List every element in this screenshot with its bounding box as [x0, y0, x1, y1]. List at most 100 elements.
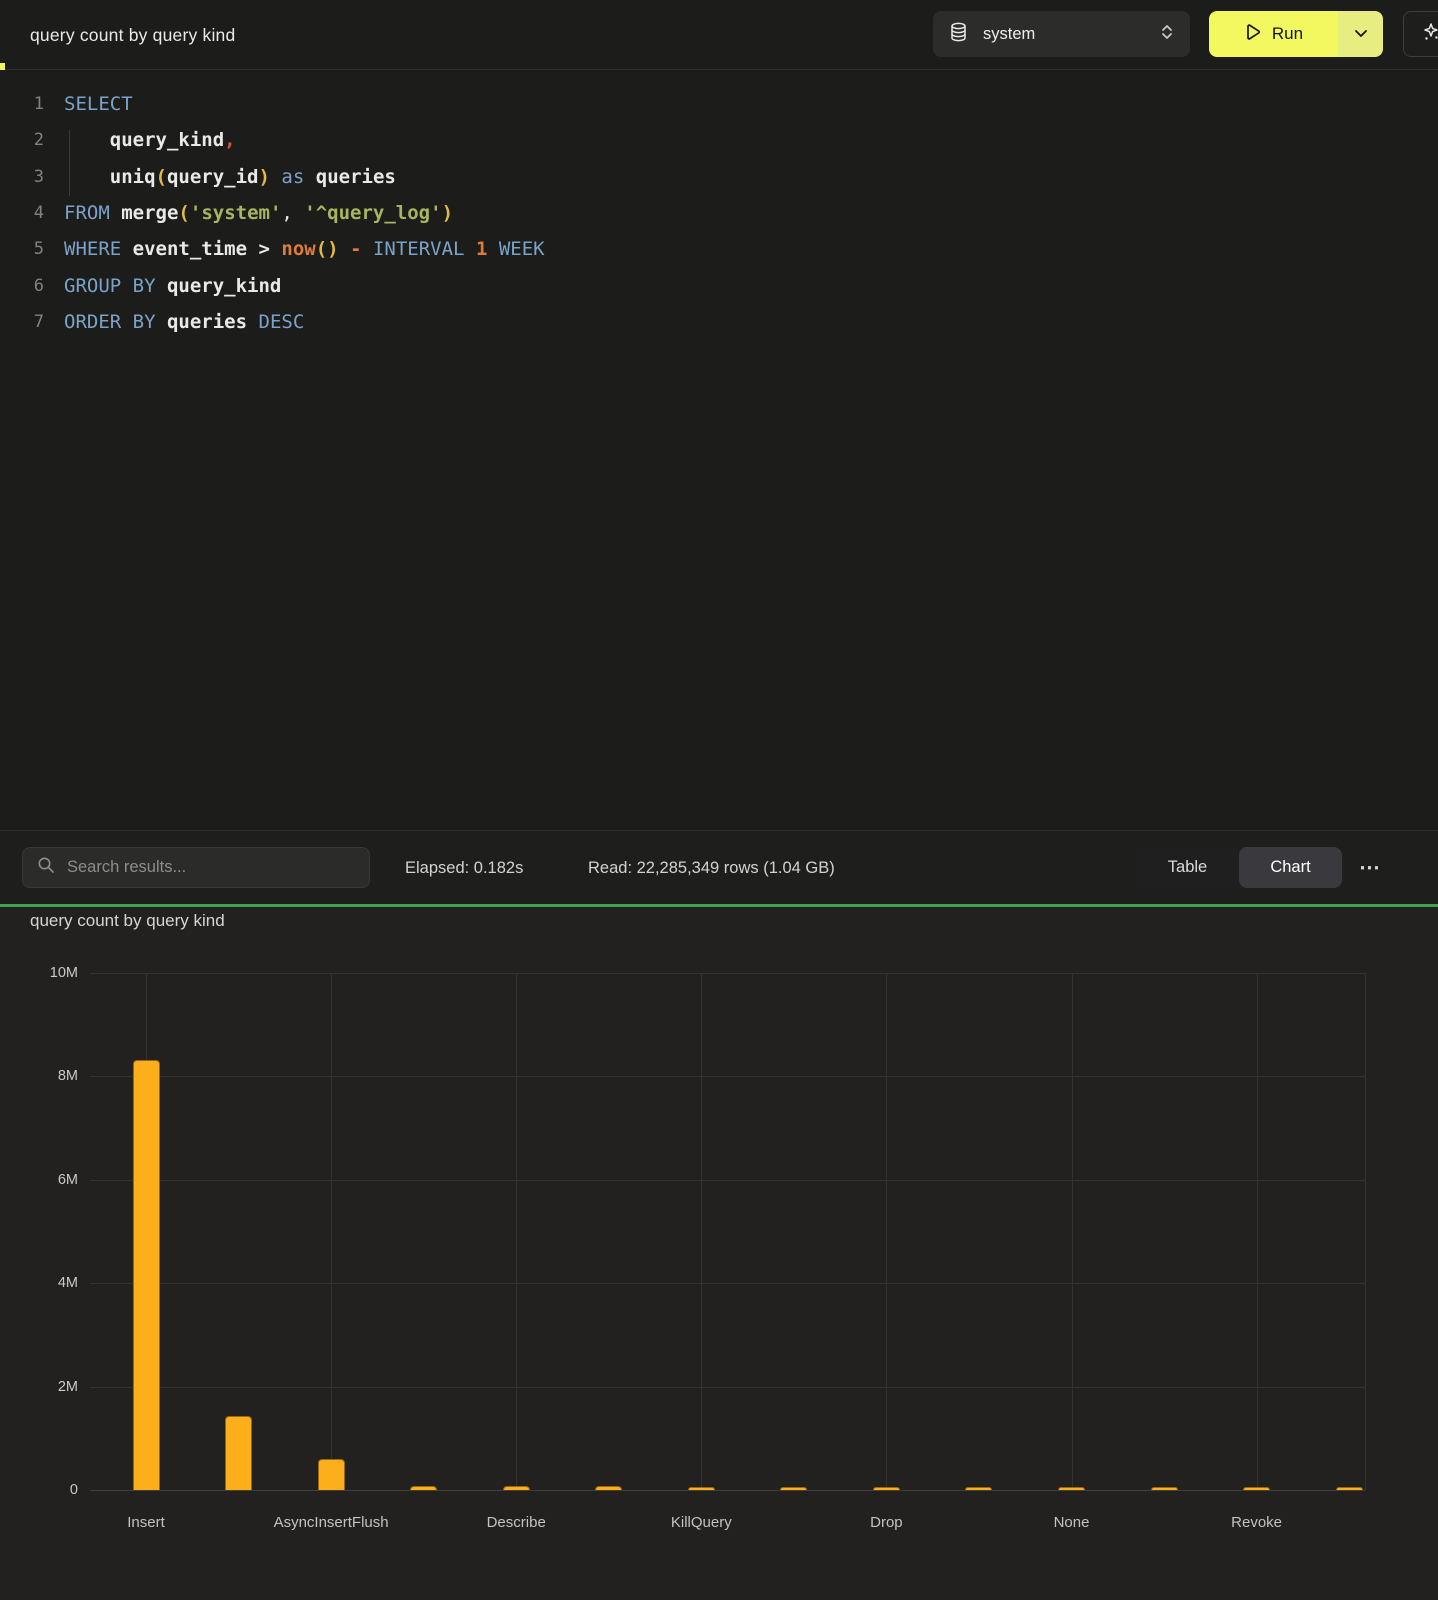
search-results-box: [22, 847, 370, 888]
code-line-text: uniq(query_id) as queries: [44, 166, 396, 188]
code-token: [156, 311, 167, 333]
bar: [318, 1459, 345, 1490]
database-icon: [949, 22, 968, 47]
code-token: SELECT: [64, 93, 133, 115]
bar: [410, 1486, 437, 1490]
code-lines: 1SELECT2 query_kind,3 uniq(query_id) as …: [0, 86, 1438, 340]
indent-guide: [69, 130, 70, 196]
code-line-text: SELECT: [44, 93, 133, 115]
gridline: [1365, 973, 1366, 1490]
code-token: [339, 238, 350, 260]
gridline: [1257, 973, 1258, 1490]
x-axis-label: Describe: [426, 1514, 606, 1531]
code-line: 2 query_kind,: [0, 122, 1438, 158]
gridline: [90, 1076, 1365, 1077]
database-selector-value: system: [983, 25, 1160, 44]
code-token: INTERVAL: [373, 238, 465, 260]
bar: [873, 1487, 900, 1490]
gridline: [90, 1283, 1365, 1284]
chart-panel: query count by query kind 10M8M6M4M2M0In…: [0, 907, 1438, 1600]
bar: [1058, 1487, 1085, 1490]
code-token: query_kind: [167, 275, 281, 297]
format-query-button[interactable]: [1403, 11, 1438, 57]
bar: [1151, 1487, 1178, 1490]
code-token: query_id: [167, 166, 259, 188]
bar: [225, 1416, 252, 1490]
run-button-label: Run: [1272, 24, 1303, 44]
topbar: query count by query kind system: [0, 0, 1438, 70]
code-token: query_kind: [110, 129, 224, 151]
gridline: [90, 1387, 1365, 1388]
run-options-dropdown[interactable]: [1338, 11, 1383, 57]
run-split-button: Run: [1209, 11, 1383, 57]
database-selector[interactable]: system: [933, 11, 1190, 57]
y-axis-label: 6M: [18, 1172, 78, 1188]
y-axis-label: 10M: [18, 965, 78, 981]
search-results-input[interactable]: [67, 858, 355, 877]
code-token: WHERE: [64, 238, 121, 260]
code-token: ORDER BY: [64, 311, 156, 333]
code-token: merge: [121, 202, 178, 224]
gridline: [516, 973, 517, 1490]
code-token: (: [178, 202, 189, 224]
bar: [688, 1487, 715, 1491]
gridline: [90, 1180, 1365, 1181]
code-line: 5WHERE event_time > now() - INTERVAL 1 W…: [0, 231, 1438, 267]
code-line: 1SELECT: [0, 86, 1438, 122]
y-axis-label: 8M: [18, 1068, 78, 1084]
sql-editor[interactable]: 1SELECT2 query_kind,3 uniq(query_id) as …: [0, 70, 1438, 830]
more-options-button[interactable]: ⋯: [1354, 847, 1386, 888]
code-token: >: [259, 238, 270, 260]
view-toggle: TableChart: [1136, 847, 1342, 888]
active-tab-indicator: [0, 63, 5, 70]
gridline: [90, 1490, 1365, 1491]
code-token: queries: [167, 311, 247, 333]
code-token: WEEK: [499, 238, 545, 260]
code-token: [304, 166, 315, 188]
code-token: [121, 238, 132, 260]
gridline: [886, 973, 887, 1490]
code-token: -: [350, 238, 361, 260]
code-token: [247, 311, 258, 333]
x-axis-label: None: [982, 1514, 1162, 1531]
line-number: 6: [0, 276, 44, 296]
bar: [1243, 1487, 1270, 1490]
gridline: [331, 973, 332, 1490]
code-token: [270, 166, 281, 188]
play-icon: [1244, 23, 1261, 46]
code-token: 1: [476, 238, 487, 260]
code-token: DESC: [259, 311, 305, 333]
read-stat: Read: 22,285,349 rows (1.04 GB): [588, 831, 835, 905]
results-toolbar: Elapsed: 0.182s Read: 22,285,349 rows (1…: [0, 830, 1438, 904]
chevron-down-icon: [1354, 25, 1368, 43]
bar: [595, 1486, 622, 1490]
code-token: [64, 129, 110, 151]
code-token: [110, 202, 121, 224]
code-line: 6GROUP BY query_kind: [0, 267, 1438, 303]
chevron-up-down-icon: [1160, 22, 1174, 47]
x-axis-label: KillQuery: [611, 1514, 791, 1531]
code-line-text: ORDER BY queries DESC: [44, 311, 304, 333]
code-token: FROM: [64, 202, 110, 224]
bar: [133, 1060, 160, 1490]
code-token: [487, 238, 498, 260]
view-toggle-chart[interactable]: Chart: [1239, 847, 1342, 888]
view-toggle-table[interactable]: Table: [1136, 847, 1239, 888]
code-line-text: query_kind,: [44, 129, 236, 151]
bar: [965, 1487, 992, 1490]
code-token: [465, 238, 476, 260]
code-line-text: WHERE event_time > now() - INTERVAL 1 WE…: [44, 238, 545, 260]
bar: [1336, 1487, 1363, 1490]
query-title: query count by query kind: [30, 0, 235, 70]
line-number: 4: [0, 203, 44, 223]
code-token: ): [259, 166, 270, 188]
code-token: [156, 275, 167, 297]
code-line-text: GROUP BY query_kind: [44, 275, 281, 297]
code-line: 4FROM merge('system', '^query_log'): [0, 195, 1438, 231]
gridline: [701, 973, 702, 1490]
code-token: ,: [281, 202, 304, 224]
line-number: 2: [0, 130, 44, 150]
code-token: now: [281, 238, 315, 260]
run-button[interactable]: Run: [1209, 11, 1338, 57]
line-number: 7: [0, 312, 44, 332]
